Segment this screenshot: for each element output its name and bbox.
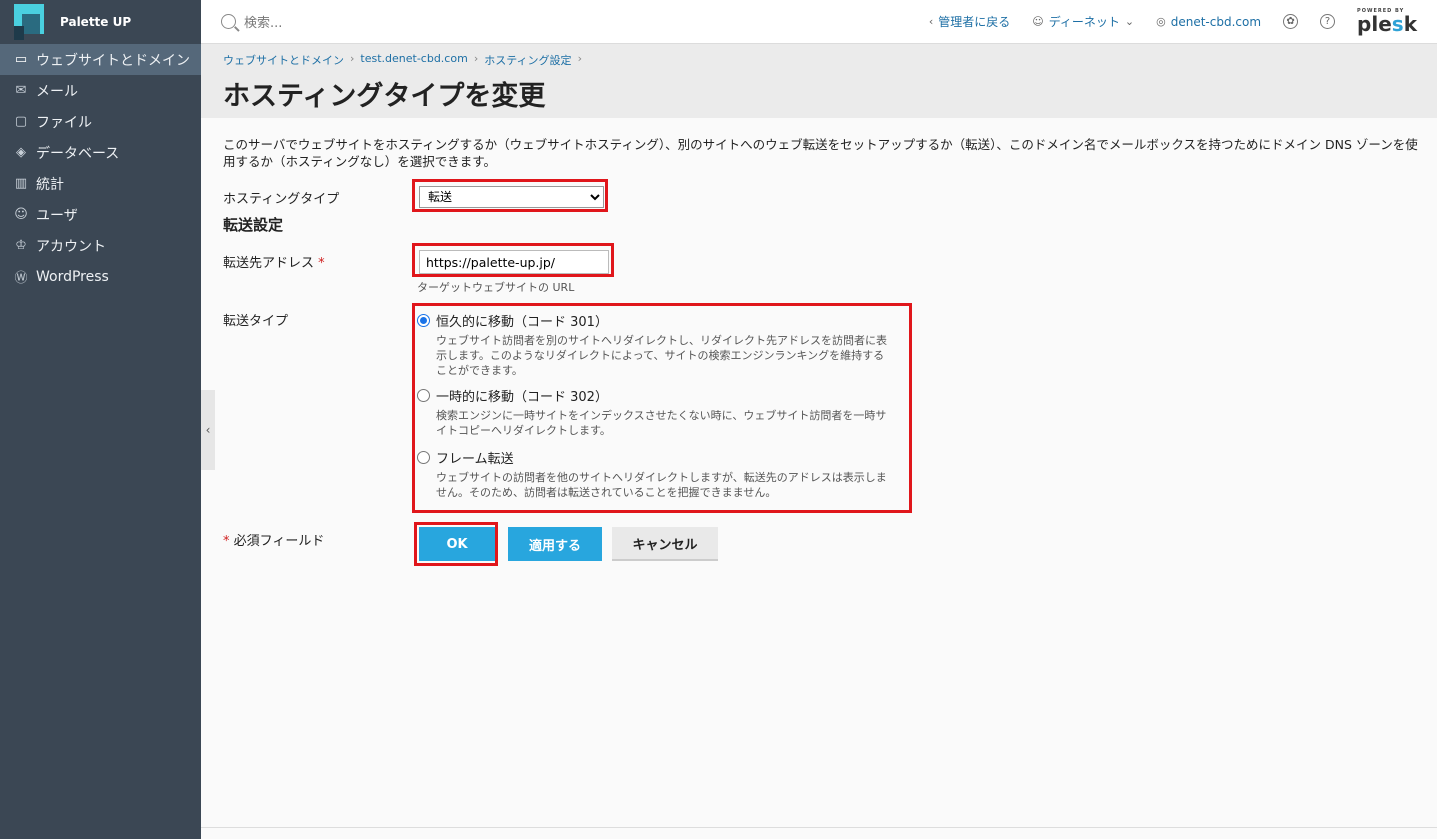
breadcrumb-item[interactable]: ホスティング設定 xyxy=(484,52,571,68)
back-to-admin-link[interactable]: ‹ 管理者に戻る xyxy=(929,13,1010,30)
radio-301[interactable] xyxy=(417,314,430,327)
sidebar: Palette UP ▭ ウェブサイトとドメイン ✉ メール ▢ ファイル ◈ … xyxy=(0,0,201,839)
domain-label: denet-cbd.com xyxy=(1170,14,1262,29)
user-icon: ☺ xyxy=(1032,15,1044,28)
ok-button[interactable]: OK xyxy=(419,527,495,561)
breadcrumb-item[interactable]: test.denet-cbd.com xyxy=(360,52,467,68)
extensions-icon[interactable]: ✿ xyxy=(1283,14,1299,29)
sidebar-item-label: ファイル xyxy=(36,114,92,131)
dest-label-text: 転送先アドレス xyxy=(223,256,315,271)
breadcrumb-item[interactable]: ウェブサイトとドメイン xyxy=(223,52,344,68)
search-input[interactable]: 検索... xyxy=(244,12,282,31)
domain-link[interactable]: ◎ denet-cbd.com xyxy=(1156,15,1261,29)
option-label: フレーム転送 xyxy=(436,452,514,467)
sidebar-item-label: データベース xyxy=(36,145,120,162)
redirect-option-302[interactable]: 一時的に移動（コード 302） 検索エンジンに一時サイトをインデックスさせたくな… xyxy=(417,386,887,438)
radio-302[interactable] xyxy=(417,389,430,402)
cancel-button[interactable]: キャンセル xyxy=(612,527,718,561)
breadcrumb: ウェブサイトとドメイン › test.denet-cbd.com › ホスティン… xyxy=(223,52,582,68)
radio-frame[interactable] xyxy=(417,451,430,464)
page-title: ホスティングタイプを変更 xyxy=(223,81,546,112)
help-icon[interactable]: ? xyxy=(1320,14,1336,29)
wordpress-icon: Ⓦ xyxy=(14,271,28,286)
user-menu[interactable]: ☺ ディーネット ⌄ xyxy=(1032,13,1134,30)
required-note: * 必須フィールド xyxy=(223,530,324,549)
hosting-type-select[interactable]: 転送 xyxy=(419,186,604,208)
sidebar-item-mail[interactable]: ✉ メール xyxy=(0,75,201,106)
back-to-admin-label: 管理者に戻る xyxy=(938,15,1011,29)
sidebar-item-label: メール xyxy=(36,83,78,100)
sidebar-item-files[interactable]: ▢ ファイル xyxy=(0,106,201,137)
folder-icon: ▢ xyxy=(14,114,28,129)
mail-icon: ✉ xyxy=(15,83,27,98)
sidebar-item-websites[interactable]: ▭ ウェブサイトとドメイン xyxy=(0,44,201,75)
sidebar-item-label: ウェブサイトとドメイン xyxy=(36,52,190,69)
app-logo[interactable]: Palette UP xyxy=(0,0,201,44)
search-icon xyxy=(221,14,236,29)
redirect-type-label: 転送タイプ xyxy=(223,314,289,329)
monitor-icon: ▭ xyxy=(14,52,28,67)
bar-chart-icon: ▥ xyxy=(14,176,28,191)
plesk-logo: POWERED BY plesk xyxy=(1357,9,1417,36)
main-content: このサーバでウェブサイトをホスティングするか（ウェブサイトホスティング）、別のサ… xyxy=(201,118,1437,827)
option-label: 一時的に移動（コード 302） xyxy=(436,390,608,405)
required-mark: * xyxy=(223,534,230,549)
sidebar-item-label: アカウント xyxy=(36,238,106,255)
sidebar-nav: ▭ ウェブサイトとドメイン ✉ メール ▢ ファイル ◈ データベース ▥ 統計… xyxy=(0,44,201,292)
sidebar-item-label: 統計 xyxy=(36,176,64,193)
apply-button[interactable]: 適用する xyxy=(508,527,602,561)
sidebar-item-wordpress[interactable]: Ⓦ WordPress xyxy=(0,261,201,292)
breadcrumb-separator: › xyxy=(577,52,582,65)
footer-divider xyxy=(201,827,1437,828)
globe-icon: ◎ xyxy=(1156,15,1166,28)
section-title: 転送設定 xyxy=(223,216,284,234)
page-header: ウェブサイトとドメイン › test.denet-cbd.com › ホスティン… xyxy=(201,44,1437,118)
chevron-down-icon: ⌄ xyxy=(1124,15,1135,28)
palette-logo-icon xyxy=(14,4,50,40)
sidebar-item-account[interactable]: ♔ アカウント xyxy=(0,230,201,261)
option-desc: ウェブサイトの訪問者を他のサイトへリダイレクトしますが、転送先のアドレスは表示し… xyxy=(436,471,887,499)
redirect-option-301[interactable]: 恒久的に移動（コード 301） ウェブサイト訪問者を別のサイトへリダイレクトし、… xyxy=(417,311,887,378)
option-label: 恒久的に移動（コード 301） xyxy=(436,315,608,330)
plesk-brand: plesk xyxy=(1357,12,1417,36)
user-name: ディーネット xyxy=(1048,15,1120,29)
account-icon: ♔ xyxy=(15,238,27,253)
topbar: 検索... ‹ 管理者に戻る ☺ ディーネット ⌄ ◎ denet-cbd.co… xyxy=(201,0,1437,44)
database-icon: ◈ xyxy=(16,145,26,160)
option-desc: ウェブサイト訪問者を別のサイトへリダイレクトし、リダイレクト先アドレスを訪問者に… xyxy=(436,334,887,377)
sidebar-item-users[interactable]: ☺ ユーザ xyxy=(0,199,201,230)
sidebar-item-label: WordPress xyxy=(36,268,109,285)
chevron-left-icon: ‹ xyxy=(928,15,934,28)
search-box[interactable]: 検索... xyxy=(221,12,921,31)
sidebar-item-databases[interactable]: ◈ データベース xyxy=(0,137,201,168)
breadcrumb-separator: › xyxy=(473,52,479,65)
user-icon: ☺ xyxy=(14,207,28,222)
dest-address-label: 転送先アドレス * xyxy=(223,252,325,271)
sidebar-item-label: ユーザ xyxy=(36,207,78,224)
redirect-option-frame[interactable]: フレーム転送 ウェブサイトの訪問者を他のサイトへリダイレクトしますが、転送先のア… xyxy=(417,448,887,500)
required-mark: * xyxy=(318,256,325,271)
dest-address-input[interactable] xyxy=(419,250,609,274)
breadcrumb-separator: › xyxy=(350,52,355,65)
sidebar-item-stats[interactable]: ▥ 統計 xyxy=(0,168,201,199)
intro-text: このサーバでウェブサイトをホスティングするか（ウェブサイトホスティング）、別のサ… xyxy=(223,137,1418,169)
dest-address-hint: ターゲットウェブサイトの URL xyxy=(417,281,575,294)
required-note-text: 必須フィールド xyxy=(233,534,325,549)
hosting-type-label: ホスティングタイプ xyxy=(223,192,340,207)
option-desc: 検索エンジンに一時サイトをインデックスさせたくない時に、ウェブサイト訪問者を一時… xyxy=(436,409,887,437)
app-name: Palette UP xyxy=(60,15,132,29)
